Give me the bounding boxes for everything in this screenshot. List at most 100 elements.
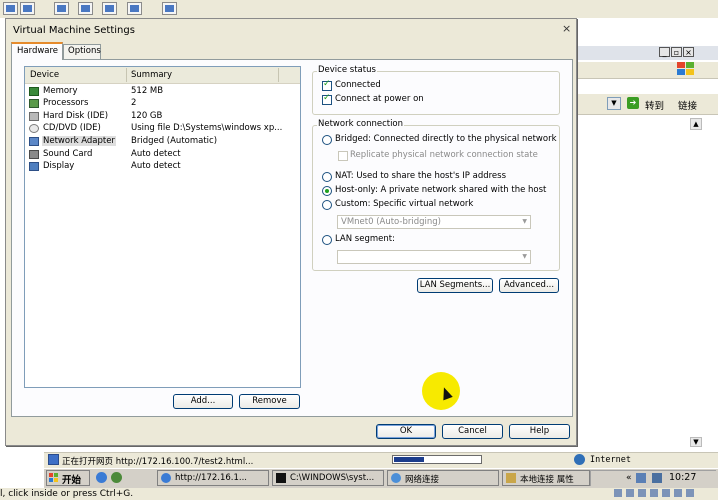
status-icons (610, 489, 694, 500)
task-browser[interactable]: http://172.16.1... (157, 470, 269, 486)
toolbar-icon[interactable] (20, 2, 35, 15)
tray-expand-icon[interactable]: « (626, 473, 632, 483)
device-row-sound-card[interactable]: Sound Card Auto detect (26, 149, 276, 161)
device-status-group (312, 71, 560, 115)
close-icon[interactable]: × (562, 22, 571, 35)
address-dropdown-icon[interactable]: ▼ (607, 97, 621, 110)
vmware-toolbar (0, 0, 718, 19)
hard-disk-icon (29, 112, 39, 121)
tab-hardware[interactable]: Hardware (11, 42, 63, 60)
toolbar-icon[interactable] (78, 2, 93, 15)
cmd-icon (276, 473, 286, 483)
hint-text: l, click inside or press Ctrl+G. (0, 489, 134, 499)
device-status-icon[interactable] (638, 489, 646, 497)
scroll-down-icon[interactable]: ▼ (690, 437, 702, 447)
task-network-connections[interactable]: 网络连接 (387, 470, 499, 486)
scroll-up-icon[interactable]: ▲ (690, 118, 702, 130)
tray-volume-icon[interactable] (652, 473, 662, 483)
column-divider[interactable] (126, 68, 127, 82)
device-row-memory[interactable]: Memory 512 MB (26, 86, 276, 98)
device-name: Sound Card (43, 149, 93, 159)
device-status-icon[interactable] (614, 489, 622, 497)
nat-radio[interactable] (322, 172, 332, 182)
dropdown-arrow-icon: ▼ (522, 218, 527, 225)
clock: 10:27 (669, 472, 697, 483)
device-status-icon[interactable] (650, 489, 658, 497)
device-summary: 512 MB (131, 86, 164, 96)
device-status-icon[interactable] (686, 489, 694, 497)
host-only-radio[interactable] (322, 186, 332, 196)
device-row-network-adapter[interactable]: Network Adapter Bridged (Automatic) (26, 136, 276, 148)
device-row-cd-dvd[interactable]: CD/DVD (IDE) Using file D:\Systems\windo… (26, 123, 282, 135)
media-quicklaunch-icon[interactable] (111, 472, 122, 483)
device-summary: 2 (131, 98, 137, 108)
device-name: Display (43, 161, 75, 171)
cancel-button[interactable]: Cancel (442, 424, 503, 439)
device-summary: Bridged (Automatic) (131, 136, 218, 146)
toolbar-icon[interactable] (127, 2, 142, 15)
device-summary: Using file D:\Systems\windows xp... (131, 123, 283, 133)
network-connection-title: Network connection (317, 119, 405, 129)
network-adapter-icon (29, 137, 39, 146)
go-button[interactable]: 转到 (645, 98, 664, 112)
loading-progress-bar (392, 455, 482, 464)
processor-icon (29, 99, 39, 108)
column-header-device[interactable]: Device (30, 70, 59, 80)
device-row-hard-disk[interactable]: Hard Disk (IDE) 120 GB (26, 111, 276, 123)
replicate-state-checkbox[interactable] (338, 151, 348, 161)
toolbar-icon[interactable] (162, 2, 177, 15)
connect-at-power-on-checkbox[interactable] (322, 93, 332, 105)
task-cmd[interactable]: C:\WINDOWS\syst... (272, 470, 384, 486)
device-name: CD/DVD (IDE) (43, 123, 101, 133)
device-row-processors[interactable]: Processors 2 (26, 98, 276, 110)
connected-checkbox[interactable] (322, 79, 332, 91)
column-header-summary[interactable]: Summary (131, 70, 172, 80)
task-local-connection[interactable]: 本地连接 属性 (502, 470, 590, 486)
remove-device-button[interactable]: Remove (239, 394, 300, 409)
help-button[interactable]: Help (509, 424, 570, 439)
tab-options[interactable]: Options (63, 44, 101, 59)
add-device-button[interactable]: Add... (173, 394, 233, 409)
windows-flag-icon (677, 62, 695, 76)
links-button[interactable]: 链接 (678, 98, 697, 112)
lan-segments-button[interactable]: LAN Segments... (417, 278, 493, 293)
device-status-icon[interactable] (674, 489, 682, 497)
internet-zone-icon (574, 454, 585, 465)
browser-menubar (575, 62, 718, 79)
replicate-state-label: Replicate physical network connection st… (350, 150, 538, 160)
browser-titlebar (575, 46, 718, 60)
go-arrow-icon[interactable]: ➔ (627, 97, 639, 109)
dropdown-arrow-icon: ▼ (522, 253, 527, 260)
device-summary: Auto detect (131, 161, 181, 171)
toolbar-icon[interactable] (3, 2, 18, 15)
task-label: http://172.16.1... (175, 473, 247, 483)
close-icon[interactable]: × (683, 47, 694, 57)
bridged-radio[interactable] (322, 135, 332, 145)
tray-network-icon[interactable] (636, 473, 646, 483)
display-icon (29, 162, 39, 171)
ok-button[interactable]: OK (376, 424, 436, 439)
custom-radio[interactable] (322, 200, 332, 210)
advanced-button[interactable]: Advanced... (499, 278, 559, 293)
restore-icon[interactable]: ▫ (671, 47, 682, 57)
ie-quicklaunch-icon[interactable] (96, 472, 107, 483)
toolbar-icon[interactable] (54, 2, 69, 15)
custom-network-select[interactable]: VMnet0 (Auto-bridging) ▼ (337, 215, 531, 229)
device-status-icon[interactable] (662, 489, 670, 497)
column-divider[interactable] (278, 68, 279, 82)
connect-at-power-on-label: Connect at power on (335, 94, 424, 104)
lan-segment-radio[interactable] (322, 235, 332, 245)
status-text: 正在打开网页 http://172.16.100.7/test2.html... (62, 457, 254, 467)
toolbar-icon[interactable] (102, 2, 117, 15)
minimize-icon[interactable]: _ (659, 47, 670, 57)
sound-card-icon (29, 150, 39, 159)
lan-segment-select[interactable]: ▼ (337, 250, 531, 264)
window-controls: _ ▫ × (658, 47, 694, 58)
connection-icon (506, 473, 516, 483)
device-status-icon[interactable] (626, 489, 634, 497)
bridged-label: Bridged: Connected directly to the physi… (335, 134, 557, 144)
device-row-display[interactable]: Display Auto detect (26, 161, 276, 173)
device-status-title: Device status (317, 65, 377, 75)
task-label: C:\WINDOWS\syst... (290, 473, 375, 483)
device-summary: 120 GB (131, 111, 163, 121)
